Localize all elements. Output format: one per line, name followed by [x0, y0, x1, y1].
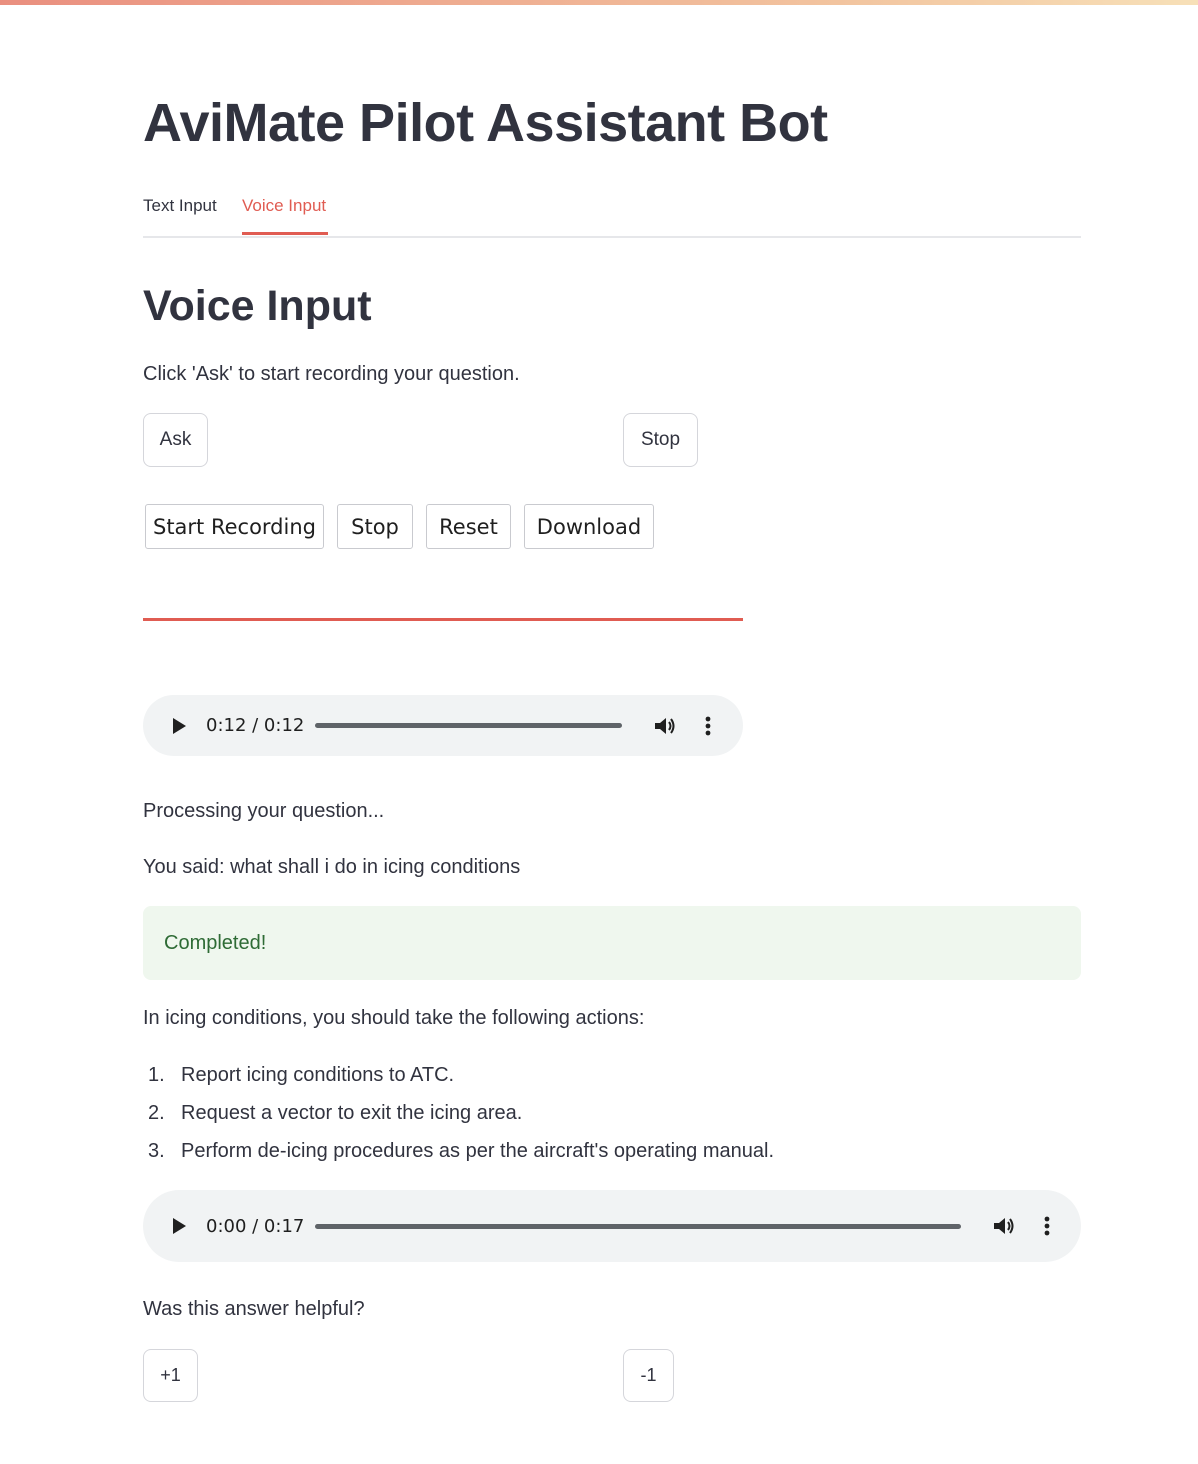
active-tab-indicator — [242, 232, 328, 235]
recorder-stop-button[interactable]: Stop — [337, 504, 413, 549]
header-decoration-bar — [0, 0, 1198, 5]
download-button[interactable]: Download — [524, 504, 654, 549]
start-recording-button[interactable]: Start Recording — [145, 504, 324, 549]
audio-recorder: Start Recording Stop Reset Download — [145, 504, 665, 550]
reset-button[interactable]: Reset — [426, 504, 511, 549]
audio-progress-track[interactable] — [315, 723, 622, 728]
more-vertical-icon[interactable] — [705, 715, 711, 737]
audio-progress-track[interactable] — [315, 1223, 961, 1229]
tab-text-input[interactable]: Text Input — [143, 196, 217, 216]
audio-time: 0:00 / 0:17 — [206, 1215, 305, 1237]
more-vertical-icon[interactable] — [1044, 1215, 1050, 1237]
tab-voice-input[interactable]: Voice Input — [242, 196, 326, 216]
volume-icon[interactable] — [992, 1215, 1016, 1237]
tab-bar: Text Input Voice Input — [143, 190, 1081, 238]
stop-button[interactable]: Stop — [623, 413, 698, 467]
volume-icon[interactable] — [653, 715, 677, 737]
instruction-text: Click 'Ask' to start recording your ques… — [143, 363, 520, 385]
transcription-text: You said: what shall i do in icing condi… — [143, 856, 521, 878]
play-icon[interactable] — [170, 1216, 188, 1236]
processing-text: Processing your question... — [143, 800, 385, 822]
thumbs-up-button[interactable]: +1 — [143, 1349, 198, 1402]
ask-button[interactable]: Ask — [143, 413, 208, 467]
section-heading: Voice Input — [143, 282, 372, 330]
success-message: Completed! — [164, 931, 267, 954]
recording-level-bar — [143, 618, 743, 621]
thumbs-down-button[interactable]: -1 — [623, 1349, 674, 1402]
answer-audio-player[interactable]: 0:00 / 0:17 — [143, 1190, 1081, 1262]
audio-time: 0:12 / 0:12 — [206, 715, 305, 736]
success-alert: Completed! — [143, 906, 1081, 980]
recorded-audio-player[interactable]: 0:12 / 0:12 — [143, 695, 743, 756]
app-title: AviMate Pilot Assistant Bot — [143, 93, 828, 153]
answer-intro: In icing conditions, you should take the… — [143, 1007, 645, 1029]
feedback-question: Was this answer helpful? — [143, 1298, 365, 1320]
play-icon[interactable] — [170, 716, 188, 736]
